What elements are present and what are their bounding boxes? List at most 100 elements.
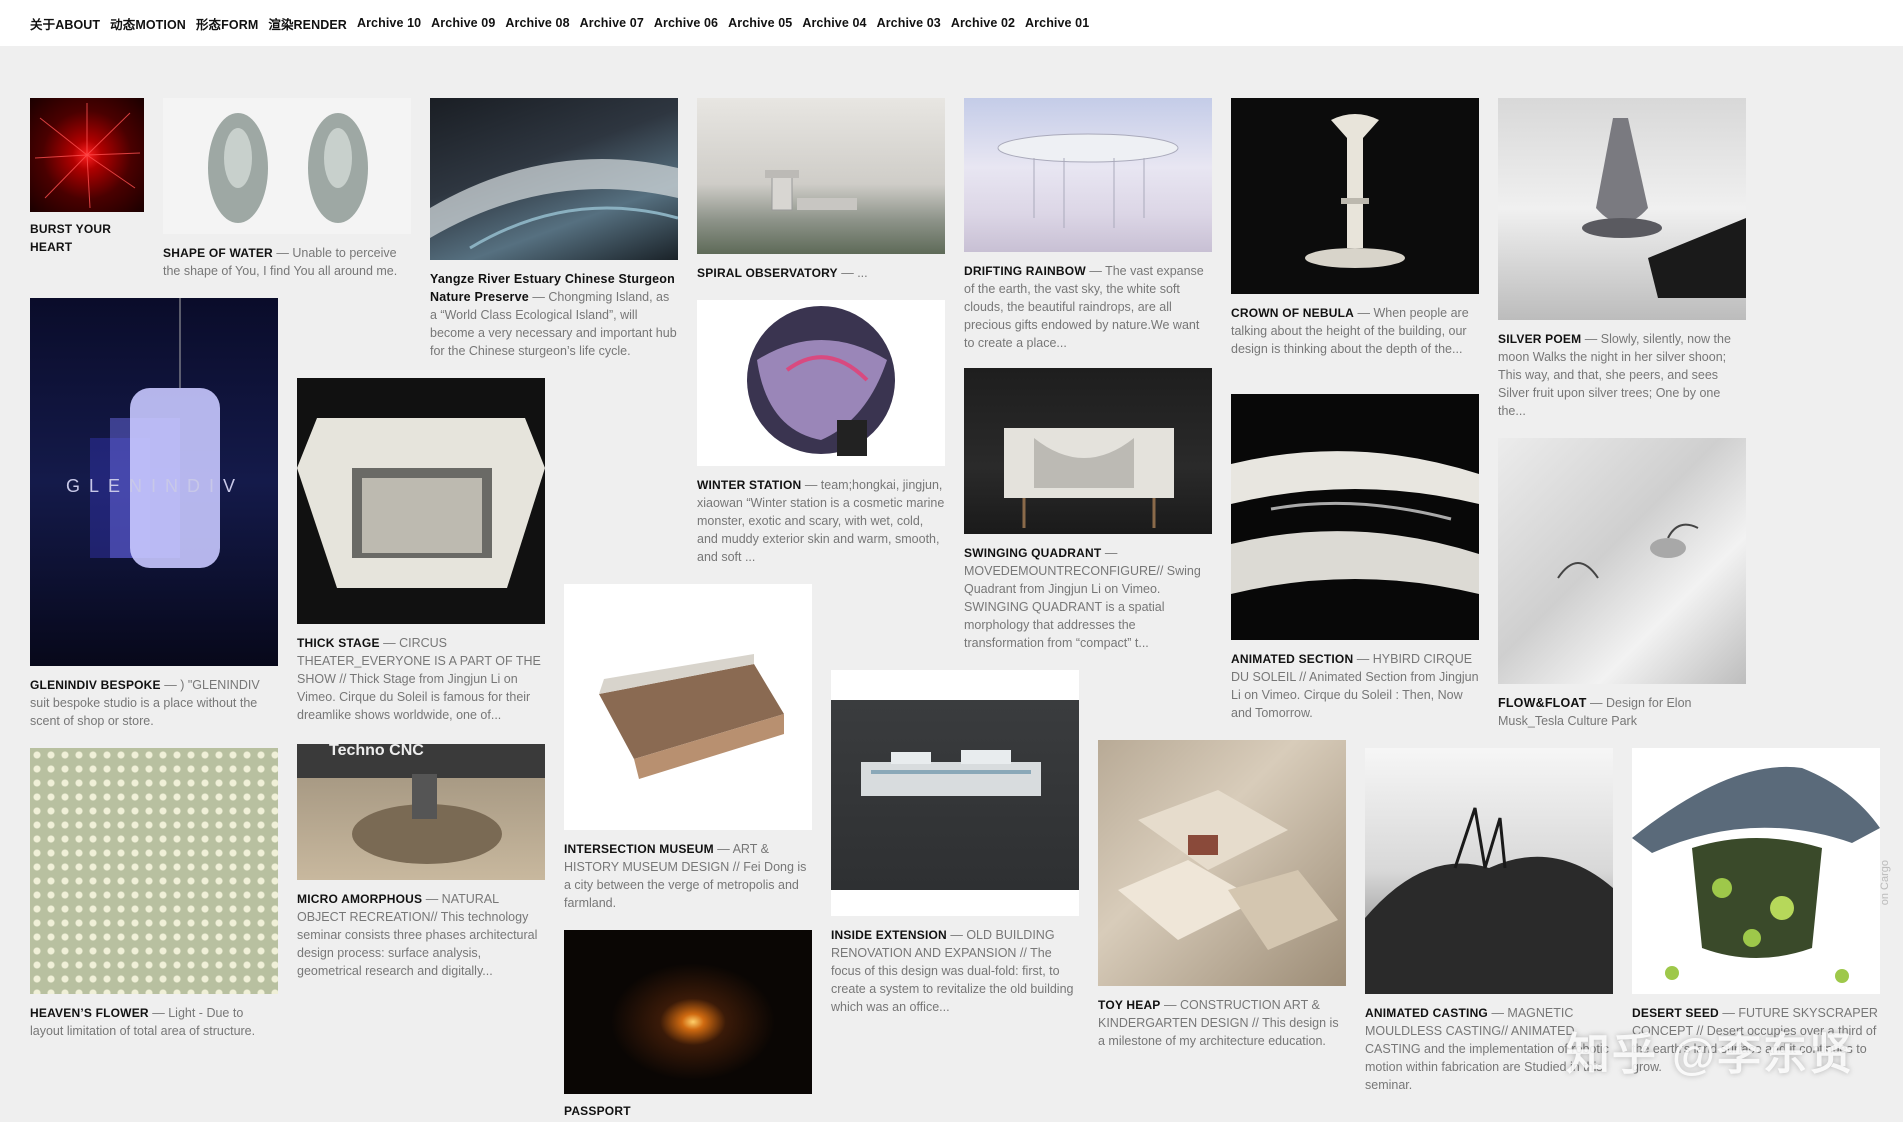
project-card-yangze-sturgeon[interactable]: Yangze River Estuary Chinese Sturgeon Na… [430,98,678,360]
project-thumbnail[interactable] [163,98,411,234]
nav-render[interactable]: 渲染RENDER [268,14,347,33]
project-title[interactable]: HEAVEN’S FLOWER [30,1006,149,1020]
nav-archive-06[interactable]: Archive 06 [654,16,718,30]
project-title[interactable]: FLOW&FLOAT [1498,696,1587,710]
project-card-burst-your-heart[interactable]: BURST YOUR HEART [30,98,144,256]
thick-stage-graphic [297,418,545,588]
nav-archive-10[interactable]: Archive 10 [357,16,421,30]
project-title[interactable]: TOY HEAP [1098,998,1161,1012]
inside-extension-graphic [861,750,1041,796]
project-caption: INTERSECTION MUSEUM — ART & HISTORY MUSE… [564,840,812,912]
nav-archive-08[interactable]: Archive 08 [505,16,569,30]
sturgeon-preserve-graphic [430,159,678,250]
water-forms-graphic [208,113,368,223]
project-caption: INSIDE EXTENSION — OLD BUILDING RENOVATI… [831,926,1079,1016]
cnc-graphic [352,774,502,864]
project-caption: DRIFTING RAINBOW — The vast expanse of t… [964,262,1212,352]
project-card-silver-poem[interactable]: SILVER POEM — Slowly, silently, now the … [1498,98,1746,420]
project-caption: BURST YOUR HEART [30,220,144,256]
project-card-glenindiv[interactable]: GLENINDIV GLENINDIV BESPOKE — ) "GLENIND… [30,298,278,730]
project-thumbnail[interactable] [30,748,278,994]
project-title[interactable]: PASSPORT [564,1104,631,1118]
project-thumbnail[interactable] [1365,748,1613,994]
project-thumbnail[interactable] [697,98,945,254]
project-title[interactable]: GLENINDIV BESPOKE [30,678,161,692]
animated-casting-graphic [1365,807,1613,994]
nav-archive-05[interactable]: Archive 05 [728,16,792,30]
project-title[interactable]: SPIRAL OBSERVATORY [697,266,838,280]
project-title[interactable]: INSIDE EXTENSION [831,928,947,942]
observatory-graphic [765,170,857,211]
nav-archive-09[interactable]: Archive 09 [431,16,495,30]
swinging-quadrant-graphic [1004,428,1174,528]
project-card-drifting-rainbow[interactable]: DRIFTING RAINBOW — The vast expanse of t… [964,98,1212,352]
burst-graphic [34,103,141,209]
project-thumbnail[interactable] [1498,438,1746,684]
project-caption: SHAPE OF WATER — Unable to perceive the … [163,244,411,280]
project-thumbnail[interactable] [430,98,678,260]
project-thumbnail[interactable] [1231,394,1479,640]
project-card-winter-station[interactable]: WINTER STATION — team;hongkai, jingjun, … [697,300,945,566]
project-card-animated-section[interactable]: ANIMATED SECTION — HYBIRD CIRQUE DU SOLE… [1231,394,1479,722]
project-title[interactable]: MICRO AMORPHOUS [297,892,422,906]
project-title[interactable]: SHAPE OF WATER [163,246,273,260]
silver-poem-graphic [1582,118,1746,298]
nav-form[interactable]: 形态FORM [196,14,258,33]
cnc-label: Techno CNC [329,744,424,759]
project-thumbnail[interactable] [697,300,945,466]
nav-archive-02[interactable]: Archive 02 [951,16,1015,30]
project-card-inside-extension[interactable]: INSIDE EXTENSION — OLD BUILDING RENOVATI… [831,670,1079,1016]
project-thumbnail[interactable] [964,368,1212,534]
project-caption: WINTER STATION — team;hongkai, jingjun, … [697,476,945,566]
project-title[interactable]: SWINGING QUADRANT [964,546,1101,560]
nav-archive-07[interactable]: Archive 07 [580,16,644,30]
project-thumbnail[interactable] [1498,98,1746,320]
project-thumbnail[interactable] [964,98,1212,252]
project-title[interactable]: DRIFTING RAINBOW [964,264,1086,278]
toy-heap-graphic [1118,790,1338,950]
project-caption: SWINGING QUADRANT — MOVEDEMOUNTRECONFIGU… [964,544,1212,652]
museum-model-graphic [599,654,784,779]
project-title[interactable]: ANIMATED SECTION [1231,652,1353,666]
project-title[interactable]: SILVER POEM [1498,332,1581,346]
project-title[interactable]: ANIMATED CASTING [1365,1006,1488,1020]
project-caption: HEAVEN’S FLOWER — Light - Due to layout … [30,1004,278,1040]
project-card-thick-stage[interactable]: THICK STAGE — CIRCUS THEATER_EVERYONE IS… [297,378,545,724]
nav-about[interactable]: 关于ABOUT [30,14,100,33]
project-title[interactable]: INTERSECTION MUSEUM [564,842,714,856]
project-card-heavens-flower[interactable]: HEAVEN’S FLOWER — Light - Due to layout … [30,748,278,1040]
project-title[interactable]: THICK STAGE [297,636,380,650]
project-card-passport[interactable]: PASSPORT [564,930,812,1120]
nav-archive-03[interactable]: Archive 03 [877,16,941,30]
project-card-spiral-observatory[interactable]: SPIRAL OBSERVATORY — ... [697,98,945,282]
project-thumbnail[interactable]: Techno CNC [297,744,545,880]
nav-archive-01[interactable]: Archive 01 [1025,16,1089,30]
project-thumbnail[interactable] [1632,748,1880,994]
animated-section-graphic [1231,451,1479,594]
project-caption: SILVER POEM — Slowly, silently, now the … [1498,330,1746,420]
nav-archive-04[interactable]: Archive 04 [802,16,866,30]
project-caption: THICK STAGE — CIRCUS THEATER_EVERYONE IS… [297,634,545,724]
glenindiv-overlay-text: GLENINDIV [66,476,245,496]
project-thumbnail[interactable]: GLENINDIV [30,298,278,666]
project-thumbnail[interactable] [1231,98,1479,294]
project-card-toy-heap[interactable]: TOY HEAP — CONSTRUCTION ART & KINDERGART… [1098,740,1346,1050]
project-card-flow-and-float[interactable]: FLOW&FLOAT — Design for Elon Musk_Tesla … [1498,438,1746,730]
project-thumbnail[interactable] [564,930,812,1094]
project-caption: PASSPORT [564,1102,812,1120]
project-card-swinging-quadrant[interactable]: SWINGING QUADRANT — MOVEDEMOUNTRECONFIGU… [964,368,1212,652]
project-description: — MOVEDEMOUNTRECONFIGURE// Swing Quadran… [964,546,1201,650]
project-thumbnail[interactable] [831,670,1079,916]
project-title[interactable]: WINTER STATION [697,478,801,492]
project-thumbnail[interactable] [30,98,144,212]
project-title[interactable]: BURST YOUR HEART [30,222,111,254]
project-card-intersection-museum[interactable]: INTERSECTION MUSEUM — ART & HISTORY MUSE… [564,584,812,912]
project-card-shape-of-water[interactable]: SHAPE OF WATER — Unable to perceive the … [163,98,411,280]
project-thumbnail[interactable] [564,584,812,830]
project-thumbnail[interactable] [1098,740,1346,986]
project-title[interactable]: CROWN OF NEBULA [1231,306,1354,320]
project-card-micro-amorphous[interactable]: Techno CNC MICRO AMORPHOUS — NATURAL OBJ… [297,744,545,980]
nav-motion[interactable]: 动态MOTION [110,14,186,33]
project-thumbnail[interactable] [297,378,545,624]
project-card-crown-of-nebula[interactable]: CROWN OF NEBULA — When people are talkin… [1231,98,1479,358]
